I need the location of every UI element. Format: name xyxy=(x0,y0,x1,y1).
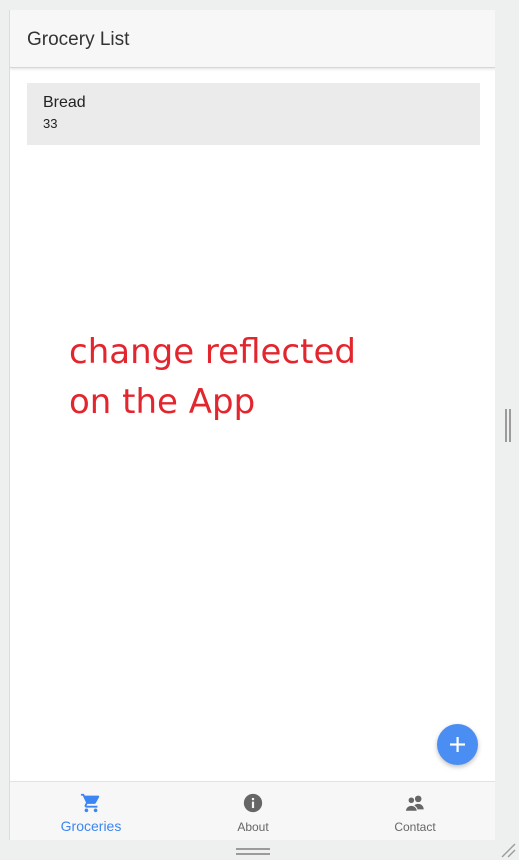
info-icon xyxy=(243,793,263,813)
nav-label-about: About xyxy=(237,820,269,834)
nav-item-groceries[interactable]: Groceries xyxy=(10,782,172,840)
bottom-navigation: Groceries About Contact xyxy=(10,781,495,840)
item-name: Bread xyxy=(43,94,86,111)
nav-label-groceries: Groceries xyxy=(60,818,122,834)
nav-item-about[interactable]: About xyxy=(172,782,334,840)
cart-icon xyxy=(80,793,100,813)
annotation-line-2: on the App xyxy=(69,382,256,422)
annotation-text: change reflected on the App xyxy=(69,327,399,427)
bottom-resize-handle[interactable] xyxy=(236,848,270,856)
nav-label-contact: Contact xyxy=(394,820,436,834)
annotation-line-1: change reflected xyxy=(69,332,356,372)
add-item-button[interactable] xyxy=(437,724,478,765)
plus-icon xyxy=(450,737,465,752)
page-title: Grocery List xyxy=(27,29,130,50)
resize-grip-icon[interactable] xyxy=(500,842,516,858)
nav-item-contact[interactable]: Contact xyxy=(334,782,495,840)
side-resize-handle[interactable] xyxy=(505,409,512,442)
contacts-icon xyxy=(404,795,424,812)
app-bar: Grocery List xyxy=(10,10,495,68)
list-item[interactable]: Bread 33 xyxy=(27,83,480,145)
item-quantity: 33 xyxy=(43,116,58,131)
app-window: Grocery List Bread 33 Groceries About Co… xyxy=(0,0,519,860)
